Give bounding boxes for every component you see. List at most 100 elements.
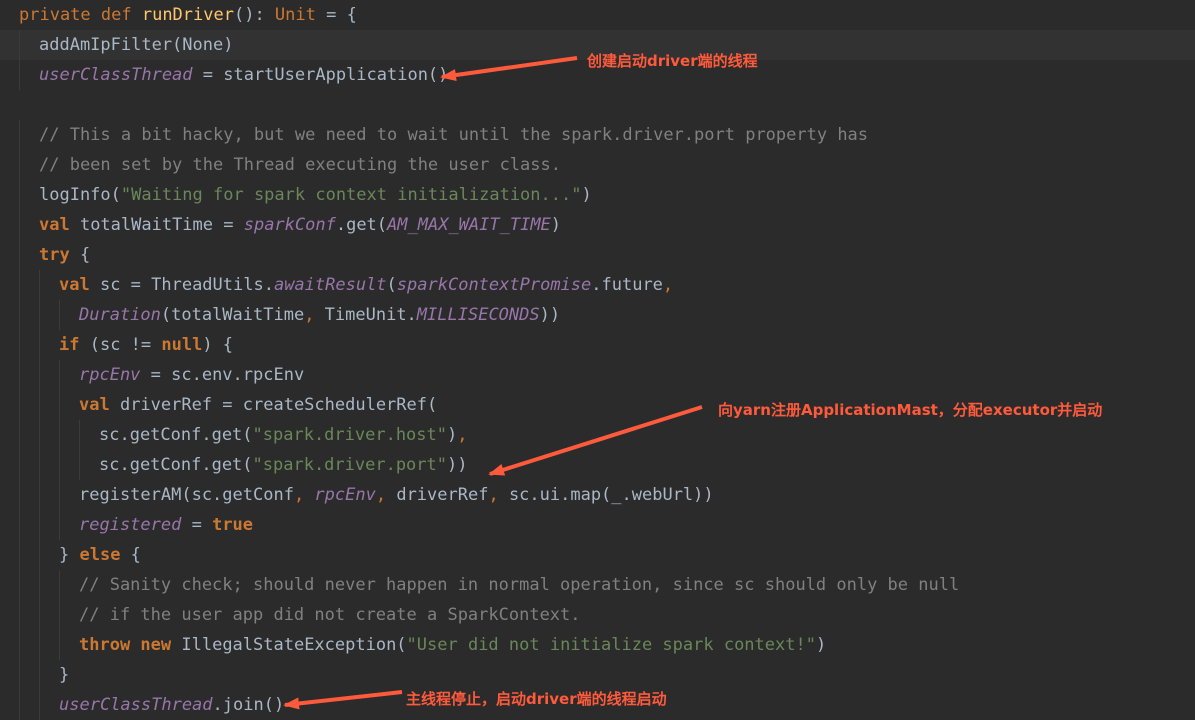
code-token: TimeUnit. [324, 305, 417, 325]
code-line[interactable]: rpcEnv = sc.env.rpcEnv [0, 360, 1195, 390]
code-line[interactable]: // if the user app did not create a Spar… [0, 600, 1195, 630]
indent-guide [19, 480, 20, 510]
code-token: MILLISECONDS [416, 305, 540, 325]
indent-guide [39, 540, 40, 570]
code-token: sparkContextPromise [396, 275, 592, 295]
indent-guide [79, 420, 80, 450]
code-token: "spark.driver.host" [252, 425, 447, 445]
indent-guide [39, 510, 40, 540]
code-token: sc.getConf.get( [99, 455, 253, 475]
code-token: // This a bit hacky, but we need to wait… [39, 125, 869, 145]
indent-guide [39, 600, 40, 630]
code-token: val [79, 395, 120, 415]
code-line[interactable]: sc.getConf.get("spark.driver.host"), [0, 420, 1195, 450]
code-line[interactable]: registered = true [0, 510, 1195, 540]
code-line[interactable]: val totalWaitTime = sparkConf.get(AM_MAX… [0, 210, 1195, 240]
code-text: sc.getConf.get("spark.driver.port")) [99, 450, 467, 480]
code-text: // if the user app did not create a Spar… [79, 600, 581, 630]
code-token: .join() [212, 695, 285, 715]
code-token: true [212, 515, 254, 535]
code-line[interactable]: try { [0, 240, 1195, 270]
code-token: )) [539, 305, 561, 325]
code-token: sc.ui.map(_.webUrl)) [508, 485, 714, 505]
code-line[interactable]: } [0, 660, 1195, 690]
code-token: , [304, 305, 325, 325]
indent-guide [59, 480, 60, 510]
code-line[interactable]: // Sanity check; should never happen in … [0, 570, 1195, 600]
indent-guide [19, 510, 20, 540]
code-token: else [79, 545, 131, 565]
code-line[interactable]: val sc = ThreadUtils.awaitResult(sparkCo… [0, 270, 1195, 300]
indent-guide [19, 450, 20, 480]
code-text: registered = true [79, 510, 253, 540]
code-line[interactable]: // This a bit hacky, but we need to wait… [0, 120, 1195, 150]
code-token: rpcEnv [79, 365, 141, 385]
code-token: logInfo( [39, 185, 121, 205]
code-token: null [161, 335, 203, 355]
code-token: } [59, 545, 80, 565]
code-token: } [59, 665, 70, 685]
code-token: .get( [335, 215, 388, 235]
indent-guide [39, 570, 40, 600]
code-text: val totalWaitTime = sparkConf.get(AM_MAX… [39, 210, 561, 240]
code-token: ( [386, 275, 397, 295]
code-line[interactable]: // been set by the Thread executing the … [0, 150, 1195, 180]
code-text: } [59, 660, 69, 690]
code-line[interactable]: private def runDriver(): Unit = { [0, 0, 1195, 30]
indent-guide [59, 600, 60, 630]
indent-guide [19, 690, 20, 720]
indent-guide [19, 390, 20, 420]
code-token: "Waiting for spark context initializatio… [120, 185, 582, 205]
code-token: userClassThread [39, 65, 193, 85]
code-line[interactable]: } else { [0, 540, 1195, 570]
indent-guide [19, 600, 20, 630]
code-line[interactable]: if (sc != null) { [0, 330, 1195, 360]
code-line[interactable]: registerAM(sc.getConf, rpcEnv, driverRef… [0, 480, 1195, 510]
indent-guide [39, 480, 40, 510]
code-token: = [181, 515, 213, 535]
code-token: )) [447, 455, 468, 475]
indent-guide [59, 450, 60, 480]
indent-guide [19, 360, 20, 390]
code-token: sc = ThreadUtils. [99, 275, 274, 295]
code-line[interactable]: throw new IllegalStateException("User di… [0, 630, 1195, 660]
indent-guide [19, 630, 20, 660]
code-text: val sc = ThreadUtils.awaitResult(sparkCo… [59, 270, 673, 300]
annotation-create-driver-thread: 创建启动driver端的线程 [587, 52, 758, 70]
indent-guide [19, 270, 20, 300]
code-token: new [140, 635, 182, 655]
code-token: rpcEnv [314, 485, 376, 505]
code-text: Duration(totalWaitTime, TimeUnit.MILLISE… [79, 300, 560, 330]
code-token: ) [550, 215, 562, 235]
code-token: , [375, 485, 397, 505]
code-token: { [130, 545, 141, 565]
code-token: val [59, 275, 100, 295]
indent-guide [19, 210, 20, 240]
indent-guide [59, 570, 60, 600]
indent-guide [39, 420, 40, 450]
code-token: , [457, 425, 468, 445]
code-token: registered [79, 515, 182, 535]
code-line[interactable]: logInfo("Waiting for spark context initi… [0, 180, 1195, 210]
indent-guide [19, 240, 20, 270]
indent-guide [39, 360, 40, 390]
code-text: try { [39, 240, 90, 270]
code-token: "User did not initialize spark context!" [406, 635, 816, 655]
indent-guide [19, 420, 20, 450]
code-text: logInfo("Waiting for spark context initi… [39, 180, 592, 210]
code-line[interactable]: sc.getConf.get("spark.driver.port")) [0, 450, 1195, 480]
indent-guide [19, 150, 20, 180]
indent-guide [79, 450, 80, 480]
code-line[interactable] [0, 90, 1195, 120]
code-text: private def runDriver(): Unit = { [19, 0, 357, 30]
code-token: runDriver [141, 5, 234, 25]
code-editor[interactable]: private def runDriver(): Unit = {addAmIp… [0, 0, 1195, 720]
indent-guide [19, 300, 20, 330]
code-text: registerAM(sc.getConf, rpcEnv, driverRef… [79, 480, 714, 510]
code-token: driverRef [396, 485, 489, 505]
code-token: val [39, 215, 80, 235]
code-token: throw [79, 635, 141, 655]
indent-guide [19, 570, 20, 600]
code-line[interactable]: Duration(totalWaitTime, TimeUnit.MILLISE… [0, 300, 1195, 330]
indent-guide [59, 360, 60, 390]
